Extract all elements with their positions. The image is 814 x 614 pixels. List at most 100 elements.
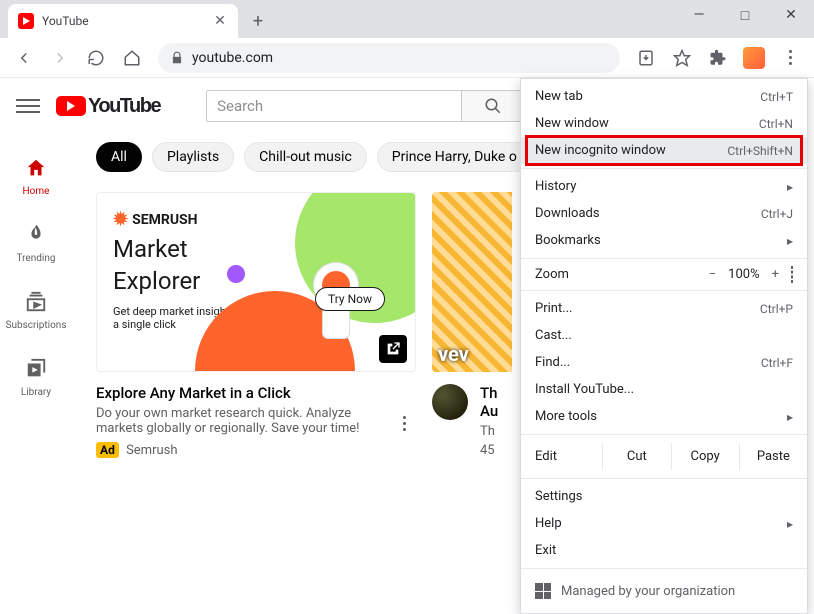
guide-toggle-button[interactable] — [16, 94, 40, 118]
search-form — [206, 90, 525, 122]
menu-bookmarks[interactable]: Bookmarks▸ — [521, 227, 807, 254]
rail-library[interactable]: Library — [4, 343, 68, 410]
rail-subscriptions-label: Subscriptions — [6, 320, 67, 331]
back-button[interactable] — [8, 42, 40, 74]
menu-separator — [521, 290, 807, 291]
ad-title[interactable]: Explore Any Market in a Click — [96, 384, 380, 402]
rail-subscriptions[interactable]: Subscriptions — [4, 276, 68, 343]
menu-print[interactable]: Print...Ctrl+P — [521, 295, 807, 322]
extensions-icon[interactable] — [702, 42, 734, 74]
youtube-logo-text: YouTube — [88, 95, 160, 118]
youtube-play-icon — [56, 96, 86, 116]
trending-icon — [24, 223, 48, 247]
zoom-in-button[interactable]: + — [772, 267, 779, 282]
zoom-out-button[interactable]: − — [709, 267, 716, 282]
menu-new-window[interactable]: New windowCtrl+N — [521, 110, 807, 137]
semrush-logo-text: SEMRUSH — [132, 212, 197, 228]
menu-separator — [521, 434, 807, 435]
rail-library-label: Library — [21, 387, 51, 398]
video-meta-line1: Th — [480, 424, 498, 439]
fullscreen-button[interactable] — [791, 267, 793, 282]
video-title-line2[interactable]: Au — [480, 402, 498, 420]
menu-history[interactable]: History▸ — [521, 173, 807, 200]
chip-prince[interactable]: Prince Harry, Duke o — [377, 142, 532, 172]
bookmark-star-icon[interactable] — [666, 42, 698, 74]
menu-separator — [521, 478, 807, 479]
video-title-line1[interactable]: Th — [480, 384, 498, 402]
home-icon — [24, 156, 48, 180]
video-thumbnail[interactable]: vev — [432, 192, 512, 372]
copy-button[interactable]: Copy — [671, 443, 739, 470]
forward-button[interactable] — [44, 42, 76, 74]
browser-toolbar: youtube.com — [0, 38, 814, 78]
menu-managed[interactable]: Managed by your organization — [521, 573, 807, 609]
chip-playlists[interactable]: Playlists — [152, 142, 234, 172]
open-external-icon[interactable] — [379, 335, 407, 363]
window-titlebar: YouTube ✕ + — □ ✕ — [0, 0, 814, 38]
install-app-icon[interactable] — [630, 42, 662, 74]
zoom-label: Zoom — [535, 267, 703, 282]
chrome-menu-button[interactable] — [774, 42, 806, 74]
lock-icon — [170, 51, 184, 65]
menu-help[interactable]: Help▸ — [521, 510, 807, 537]
tab-title: YouTube — [42, 14, 204, 28]
youtube-favicon — [18, 13, 34, 29]
ad-thumbnail[interactable]: ✹SEMRUSH Market Explorer Get deep market… — [96, 192, 416, 372]
menu-downloads[interactable]: DownloadsCtrl+J — [521, 200, 807, 227]
ad-options-button[interactable] — [392, 388, 416, 458]
mini-guide: Home Trending Subscriptions Library — [0, 134, 72, 543]
window-controls: — □ ✕ — [676, 0, 814, 30]
rail-home[interactable]: Home — [4, 142, 68, 209]
ad-sponsor: Semrush — [126, 443, 177, 458]
maximize-button[interactable]: □ — [722, 0, 768, 30]
menu-new-incognito[interactable]: New incognito windowCtrl+Shift+N — [521, 137, 807, 164]
close-window-button[interactable]: ✕ — [768, 0, 814, 30]
chevron-right-icon: ▸ — [787, 410, 793, 424]
ad-card: ✹SEMRUSH Market Explorer Get deep market… — [96, 192, 416, 458]
search-input[interactable] — [206, 90, 461, 122]
menu-separator — [521, 168, 807, 169]
channel-avatar[interactable] — [432, 384, 468, 420]
tab-close-button[interactable]: ✕ — [212, 13, 228, 29]
managed-label: Managed by your organization — [561, 584, 735, 599]
rail-home-label: Home — [23, 186, 50, 197]
flame-icon: ✹ — [113, 209, 128, 230]
library-icon — [24, 357, 48, 381]
address-bar[interactable]: youtube.com — [158, 43, 620, 73]
browser-tab[interactable]: YouTube ✕ — [8, 4, 238, 38]
video-meta-line2: 45 — [480, 443, 498, 458]
menu-edit-row: Edit Cut Copy Paste — [521, 439, 807, 474]
chevron-right-icon: ▸ — [787, 180, 793, 194]
youtube-logo[interactable]: YouTube — [56, 95, 160, 118]
chip-all[interactable]: All — [96, 142, 142, 172]
menu-settings[interactable]: Settings — [521, 483, 807, 510]
fullscreen-icon — [791, 266, 793, 283]
reload-button[interactable] — [80, 42, 112, 74]
rail-trending[interactable]: Trending — [4, 209, 68, 276]
menu-zoom: Zoom − 100% + — [521, 263, 807, 286]
menu-find[interactable]: Find...Ctrl+F — [521, 349, 807, 376]
chrome-menu: New tabCtrl+T New windowCtrl+N New incog… — [520, 78, 808, 614]
zoom-value: 100% — [728, 267, 759, 282]
new-tab-button[interactable]: + — [244, 7, 272, 35]
extension-semrush-icon[interactable] — [738, 42, 770, 74]
search-button[interactable] — [461, 90, 525, 122]
edit-label: Edit — [521, 443, 602, 470]
chip-chill[interactable]: Chill-out music — [244, 142, 367, 172]
menu-install-youtube[interactable]: Install YouTube... — [521, 376, 807, 403]
menu-more-tools[interactable]: More tools▸ — [521, 403, 807, 430]
chevron-right-icon: ▸ — [787, 234, 793, 248]
menu-separator — [521, 568, 807, 569]
paste-button[interactable]: Paste — [739, 443, 807, 470]
home-button[interactable] — [116, 42, 148, 74]
minimize-button[interactable]: — — [676, 0, 722, 30]
try-now-button[interactable]: Try Now — [315, 287, 385, 311]
address-text: youtube.com — [192, 50, 608, 66]
ad-description: Do your own market research quick. Analy… — [96, 406, 380, 436]
menu-cast[interactable]: Cast... — [521, 322, 807, 349]
menu-new-tab[interactable]: New tabCtrl+T — [521, 83, 807, 110]
cut-button[interactable]: Cut — [602, 443, 670, 470]
organization-icon — [535, 583, 551, 599]
chevron-right-icon: ▸ — [787, 517, 793, 531]
menu-exit[interactable]: Exit — [521, 537, 807, 564]
